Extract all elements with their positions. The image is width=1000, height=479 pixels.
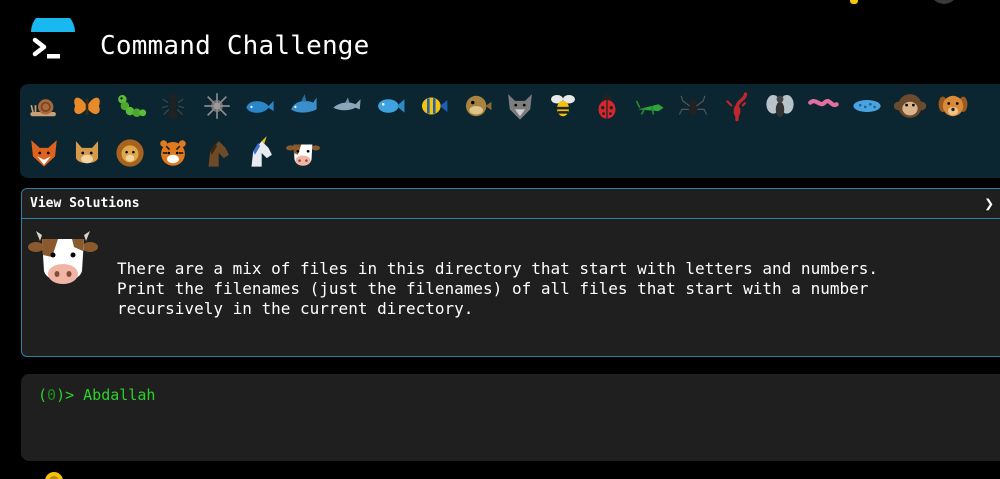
trophy-icon bbox=[44, 468, 64, 479]
prompt-open: ( bbox=[38, 386, 48, 404]
view-solutions-label: View Solutions bbox=[30, 196, 140, 211]
chevron-right-icon[interactable]: ❯ bbox=[984, 194, 994, 213]
caterpillar-icon[interactable] bbox=[110, 86, 150, 126]
cricket-icon[interactable] bbox=[630, 86, 670, 126]
header: Command Challenge bbox=[0, 0, 1000, 78]
wolf-icon[interactable] bbox=[500, 86, 540, 126]
worm-icon[interactable] bbox=[803, 86, 843, 126]
tiger-icon[interactable] bbox=[153, 133, 193, 173]
spider-icon[interactable] bbox=[673, 86, 713, 126]
shark-icon[interactable] bbox=[283, 86, 323, 126]
prompt-close: )> bbox=[56, 386, 84, 404]
pufferfish-icon[interactable] bbox=[457, 86, 497, 126]
microbe-icon[interactable] bbox=[847, 86, 887, 126]
app-title: Command Challenge bbox=[100, 31, 370, 61]
view-solutions-toggle[interactable]: View Solutions ❯ bbox=[22, 189, 1000, 219]
dolphin-icon[interactable] bbox=[327, 86, 367, 126]
whale-icon[interactable] bbox=[240, 86, 280, 126]
monkey-icon[interactable] bbox=[890, 86, 930, 126]
sea-urchin-icon[interactable] bbox=[197, 86, 237, 126]
tropical-fish-icon[interactable] bbox=[413, 86, 453, 126]
ant-icon[interactable] bbox=[153, 86, 193, 126]
ladybug-icon[interactable] bbox=[587, 86, 627, 126]
cat-icon[interactable] bbox=[67, 133, 107, 173]
prompt-exit-code: 0 bbox=[47, 386, 57, 404]
lion-icon[interactable] bbox=[110, 133, 150, 173]
horse-icon[interactable] bbox=[197, 133, 237, 173]
challenge-description: There are a mix of files in this directo… bbox=[117, 259, 878, 318]
fox-icon[interactable] bbox=[24, 133, 64, 173]
bee-icon[interactable] bbox=[543, 86, 583, 126]
cow-icon[interactable] bbox=[283, 133, 323, 173]
butterfly-icon[interactable] bbox=[67, 86, 107, 126]
terminal-input[interactable]: (0)> Abdallah bbox=[21, 374, 1000, 461]
solutions-panel: View Solutions ❯ There are a mix of file… bbox=[21, 188, 1000, 357]
challenge-strip bbox=[20, 84, 1000, 178]
snail-icon[interactable] bbox=[24, 86, 64, 126]
cow-icon bbox=[28, 229, 98, 291]
unicorn-icon[interactable] bbox=[240, 133, 280, 173]
terminal-prompt-icon[interactable] bbox=[28, 10, 78, 70]
dog-icon[interactable] bbox=[933, 86, 973, 126]
terminal-command[interactable]: Abdallah bbox=[83, 386, 155, 404]
command-challenge-page: Command Challenge View Solutions ❯ There… bbox=[0, 0, 1000, 479]
fish-icon[interactable] bbox=[370, 86, 410, 126]
terminal-line[interactable]: (0)> Abdallah bbox=[38, 386, 155, 404]
account-avatar[interactable] bbox=[930, 0, 958, 4]
scorpion-icon[interactable] bbox=[717, 86, 757, 126]
fly-icon[interactable] bbox=[760, 86, 800, 126]
corner-badge bbox=[850, 0, 858, 4]
